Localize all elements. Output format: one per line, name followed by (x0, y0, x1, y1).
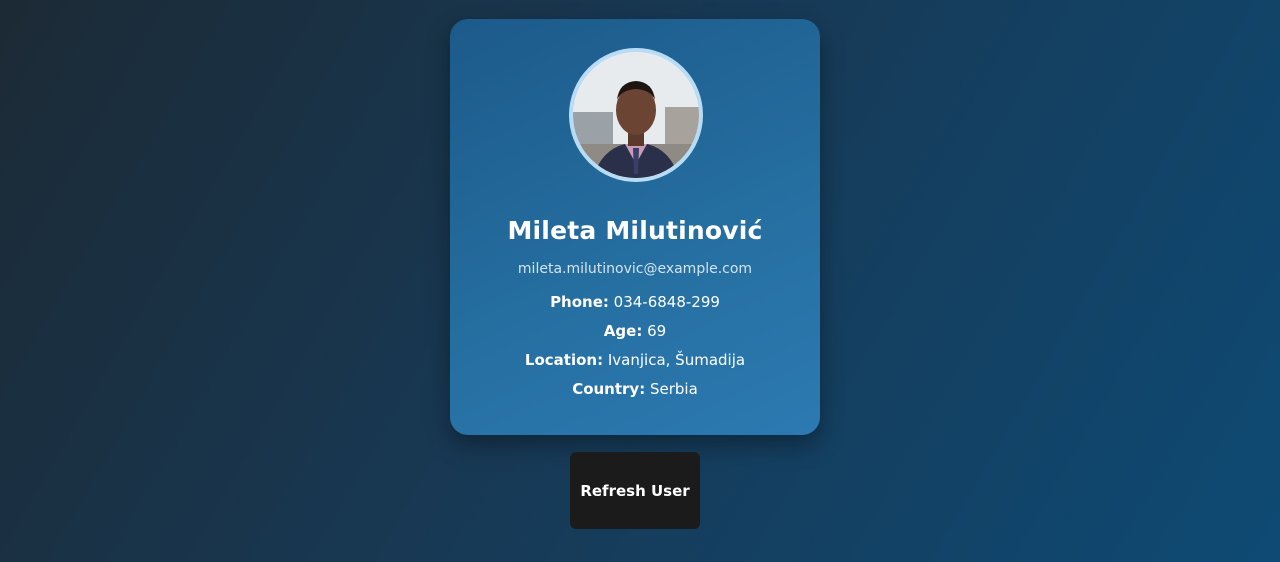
phone-row: Phone: 034-6848-299 (450, 293, 820, 311)
country-label: Country: (572, 380, 646, 398)
user-card: Mileta Milutinović mileta.milutinovic@ex… (450, 19, 820, 435)
location-value: Ivanjica, Šumadija (607, 351, 746, 369)
age-label: Age: (603, 322, 643, 340)
country-row: Country: Serbia (450, 380, 820, 398)
country-value: Serbia (649, 380, 698, 398)
age-row: Age: 69 (450, 322, 820, 340)
age-value: 69 (647, 322, 667, 340)
refresh-user-button[interactable]: Refresh User (570, 452, 700, 529)
avatar-photo (573, 52, 699, 178)
avatar (569, 48, 703, 182)
user-name: Mileta Milutinović (507, 216, 763, 245)
location-label: Location: (524, 351, 604, 369)
user-email: mileta.milutinovic@example.com (517, 261, 753, 277)
phone-value: 034-6848-299 (613, 293, 720, 311)
phone-label: Phone: (550, 293, 609, 311)
location-row: Location: Ivanjica, Šumadija (450, 351, 820, 369)
